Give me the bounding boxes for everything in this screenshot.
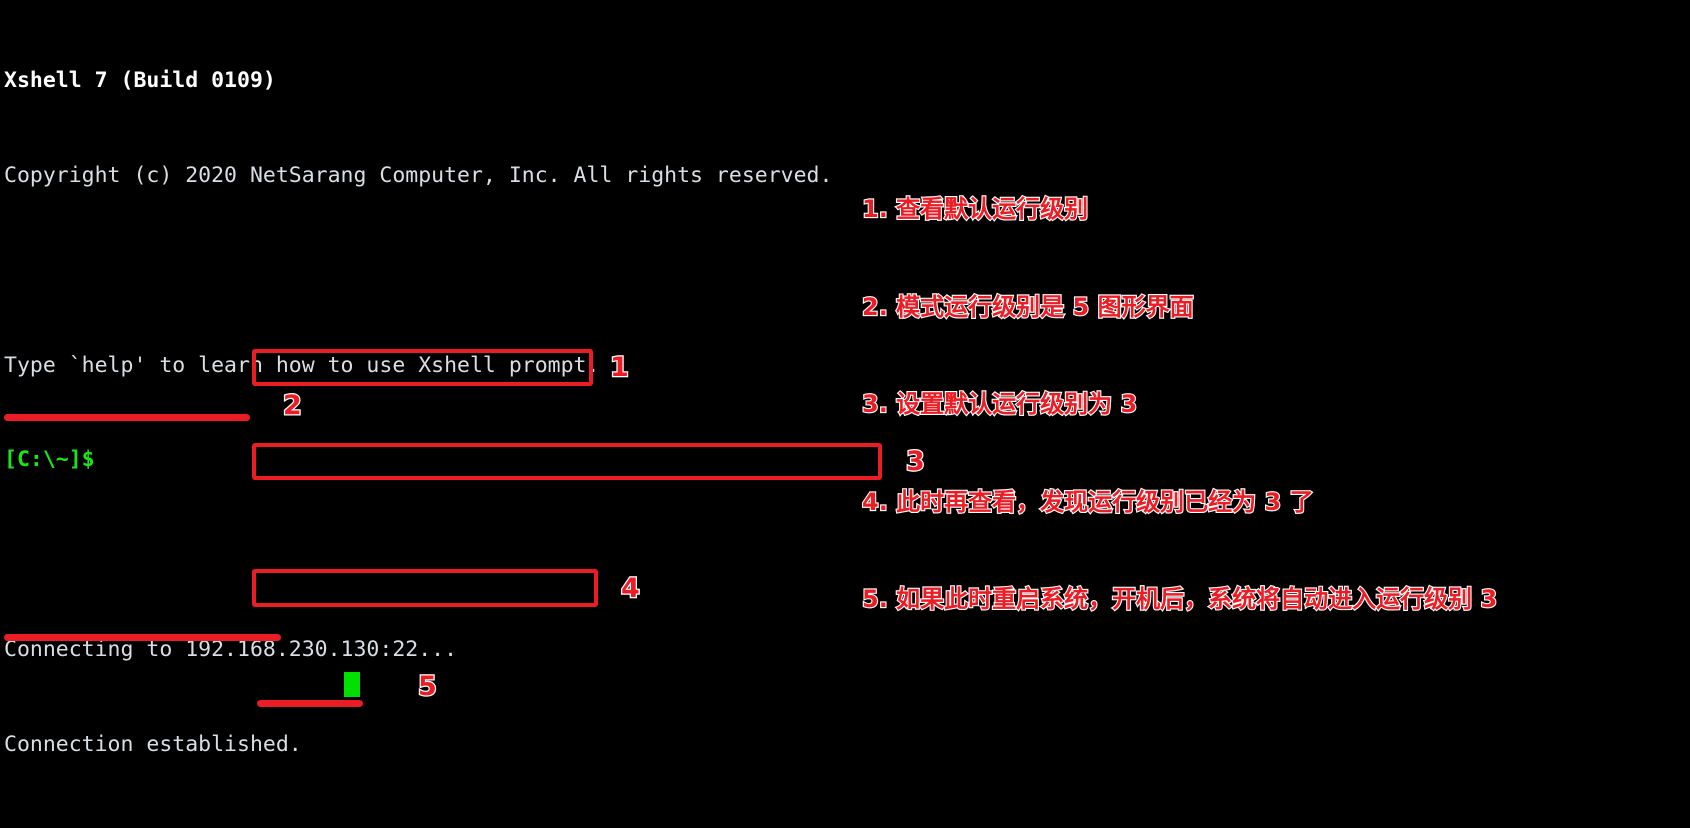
banner-copyright: Copyright (c) 2020 NetSarang Computer, I… <box>4 162 833 188</box>
local-shell-prompt: [C:\~]$ <box>4 447 95 473</box>
terminal-window[interactable]: Xshell 7 (Build 0109) Copyright (c) 2020… <box>0 0 1690 828</box>
connection-established-message: Connection established. <box>4 731 302 757</box>
connecting-message: Connecting to 192.168.230.130:22... <box>4 636 458 662</box>
escape-hint: To escape to local shell, press 'Ctrl+Al… <box>4 823 1690 828</box>
help-hint: Type `help' to learn how to use Xshell p… <box>4 352 600 378</box>
terminal-output: Xshell 7 (Build 0109) Copyright (c) 2020… <box>4 2 1690 828</box>
banner-title: Xshell 7 (Build 0109) <box>4 68 276 94</box>
text-cursor <box>344 672 360 697</box>
